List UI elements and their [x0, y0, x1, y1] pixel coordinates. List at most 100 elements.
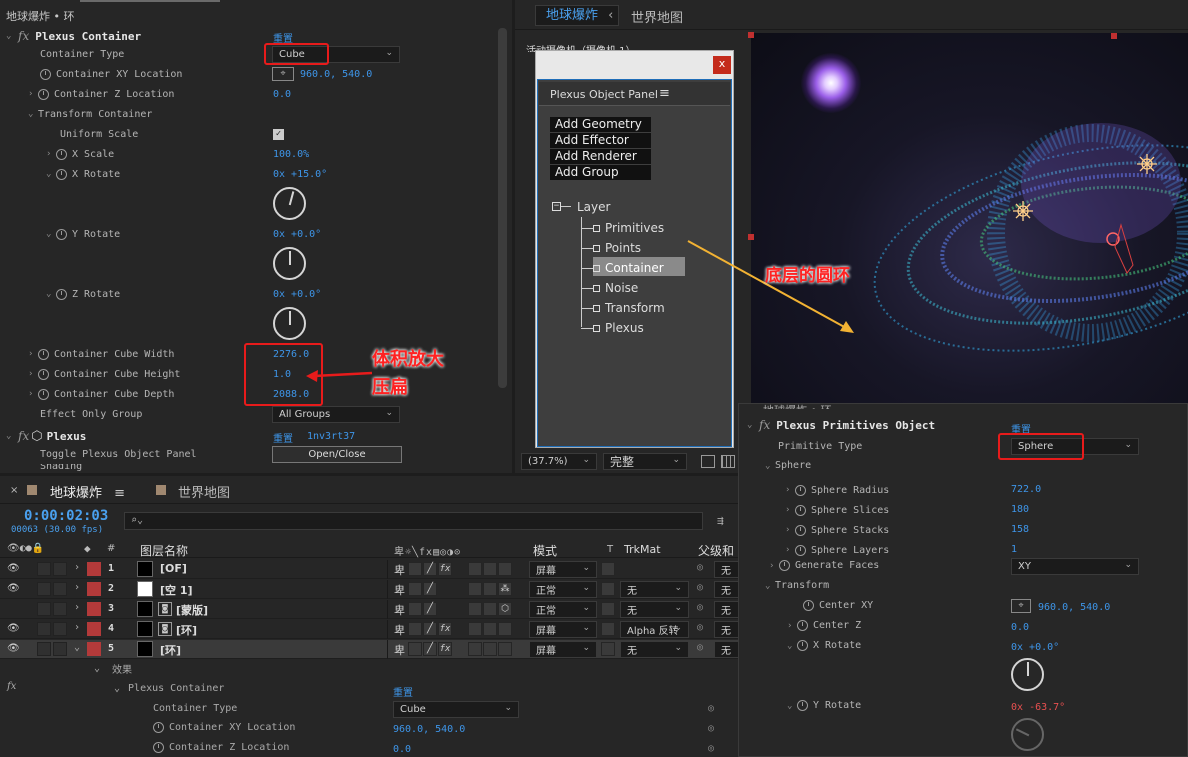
chevron-right-icon[interactable]: ›	[28, 349, 38, 359]
audio-toggle[interactable]	[37, 562, 51, 576]
tree-item-container[interactable]: Container	[581, 259, 681, 277]
blend-mode-select[interactable]: 正常 ⌄	[529, 601, 597, 618]
switch[interactable]	[483, 642, 497, 656]
fx-switch-icon[interactable]: fx	[7, 681, 16, 692]
stopwatch-icon[interactable]	[795, 544, 806, 556]
effect-only-group-select[interactable]: All Groups ⌄	[272, 406, 400, 423]
stopwatch-icon[interactable]	[797, 700, 808, 711]
tree-item-transform[interactable]: Transform	[581, 299, 681, 317]
label-color[interactable]	[87, 582, 101, 596]
chevron-right-icon[interactable]: ›	[74, 622, 80, 633]
switch[interactable]	[498, 642, 512, 656]
collapse-switch[interactable]	[408, 642, 422, 656]
add-renderer-button[interactable]: Add Renderer	[550, 149, 651, 164]
lock-toggle[interactable]	[53, 582, 67, 596]
parent-select[interactable]: 无	[714, 641, 740, 658]
sphere-param-value[interactable]: 722.0	[1011, 484, 1041, 495]
scrollbar[interactable]	[498, 28, 507, 388]
tree-item-points[interactable]: Points	[581, 239, 681, 257]
switch[interactable]	[483, 562, 497, 576]
center-z-value[interactable]: 0.0	[1011, 622, 1029, 633]
stopwatch-icon[interactable]	[803, 600, 814, 611]
sphere-param-value[interactable]: 180	[1011, 504, 1029, 515]
lock-toggle[interactable]	[53, 622, 67, 636]
quality-switch[interactable]: ╱	[423, 582, 437, 596]
spiral-icon[interactable]: ◎	[708, 723, 714, 734]
label-color[interactable]	[87, 602, 101, 616]
close-button[interactable]: x	[713, 56, 731, 74]
preserve-transparency[interactable]	[601, 642, 615, 656]
quality-switch[interactable]: ╱	[423, 602, 437, 616]
plexus-container-sub[interactable]: ⌄ Plexus Container	[114, 683, 224, 694]
visibility-eye-icon[interactable]: 👁	[7, 643, 20, 654]
close-icon[interactable]: ×	[10, 485, 18, 496]
shy-switch-icon[interactable]: 卑	[394, 622, 405, 638]
sphere-group[interactable]: ⌄ Sphere	[765, 460, 811, 471]
audio-toggle[interactable]	[37, 622, 51, 636]
chevron-down-icon[interactable]: ⌄	[787, 701, 797, 711]
switch[interactable]	[468, 642, 482, 656]
collapse-icon[interactable]: ⌄	[6, 431, 16, 441]
collapse-switch[interactable]	[408, 602, 422, 616]
chevron-right-icon[interactable]: ›	[46, 149, 56, 159]
parent-select[interactable]: 无	[714, 581, 740, 598]
stopwatch-icon[interactable]	[795, 524, 806, 536]
shy-switch-icon[interactable]: 卑	[394, 582, 405, 598]
preserve-transparency[interactable]	[601, 622, 615, 636]
spiral-icon[interactable]: ◎	[708, 703, 714, 714]
shy-switch-icon[interactable]: 卑	[394, 562, 405, 578]
handle[interactable]	[1111, 33, 1117, 39]
container-z-value[interactable]: 0.0	[273, 89, 291, 100]
chevron-right-icon[interactable]: ›	[785, 525, 795, 535]
layer-row[interactable]: › 3 ◙ [蒙版] 卑 ╱ ⬡ 正常 ⌄ 无 ⌄ ◎ 无	[0, 600, 740, 619]
prim-y-rotate-dial[interactable]	[1011, 718, 1044, 751]
primitives-header[interactable]: ⌄ fx Plexus Primitives Object	[747, 418, 935, 432]
chevron-right-icon[interactable]: ›	[785, 485, 795, 495]
pickwhip-icon[interactable]: ◎	[697, 562, 703, 573]
tree-collapse-icon[interactable]: −	[552, 202, 561, 211]
blend-mode-select[interactable]: 屏幕 ⌄	[529, 621, 597, 638]
visibility-eye-icon[interactable]: 👁	[7, 623, 20, 634]
preserve-transparency[interactable]	[601, 562, 615, 576]
crosshair-icon[interactable]: ⌖	[1011, 599, 1031, 613]
x-rotate-value[interactable]: 0x +15.0°	[273, 169, 327, 180]
chevron-right-icon[interactable]: ›	[74, 562, 80, 573]
label-color[interactable]	[87, 642, 101, 656]
audio-toggle[interactable]	[37, 602, 51, 616]
prim-y-rotate-value[interactable]: 0x -63.7°	[1011, 702, 1065, 713]
switch[interactable]	[483, 622, 497, 636]
chevron-right-icon[interactable]: ›	[769, 561, 779, 571]
snapshot-icon[interactable]	[701, 455, 715, 468]
uniform-scale-checkbox[interactable]: ✓	[273, 129, 284, 140]
menu-icon[interactable]: ≡	[659, 86, 670, 101]
stopwatch-icon[interactable]	[38, 368, 49, 380]
label-color[interactable]	[87, 562, 101, 576]
sub-reset-link[interactable]: 重置	[393, 684, 413, 699]
fx-switch[interactable]: fx	[438, 622, 452, 636]
layer-name[interactable]: [环]	[160, 642, 181, 658]
chevron-right-icon[interactable]: ›	[28, 389, 38, 399]
preserve-transparency[interactable]	[601, 582, 615, 596]
stopwatch-icon[interactable]	[56, 228, 67, 240]
chevron-right-icon[interactable]: ›	[74, 602, 80, 613]
stopwatch-icon[interactable]	[797, 640, 808, 651]
add-effector-button[interactable]: Add Effector	[550, 133, 651, 148]
parent-select[interactable]: 无	[714, 601, 740, 618]
chevron-right-icon[interactable]: ›	[785, 505, 795, 515]
tree-root-layer[interactable]: Layer	[577, 200, 610, 214]
lock-toggle[interactable]	[53, 562, 67, 576]
parent-select[interactable]: 无	[714, 561, 740, 578]
layer-row[interactable]: 👁 › 1 [OF] 卑 ╱ fx 屏幕 ⌄ ◎ 无	[0, 560, 740, 579]
switch[interactable]	[498, 622, 512, 636]
transform-group[interactable]: ⌄ Transform	[765, 580, 829, 591]
trkmat-select[interactable]: Alpha 反转 ⌄	[620, 621, 689, 638]
layer-name[interactable]: [环]	[176, 622, 197, 638]
sphere-param-value[interactable]: 158	[1011, 524, 1029, 535]
switch[interactable]	[468, 602, 482, 616]
parent-select[interactable]: 无	[714, 621, 740, 638]
prim-x-rotate-value[interactable]: 0x +0.0°	[1011, 642, 1059, 653]
switch[interactable]	[483, 582, 497, 596]
y-rotate-value[interactable]: 0x +0.0°	[273, 229, 321, 240]
prim-x-rotate-dial[interactable]	[1011, 658, 1044, 691]
fx-switch[interactable]: fx	[438, 642, 452, 656]
